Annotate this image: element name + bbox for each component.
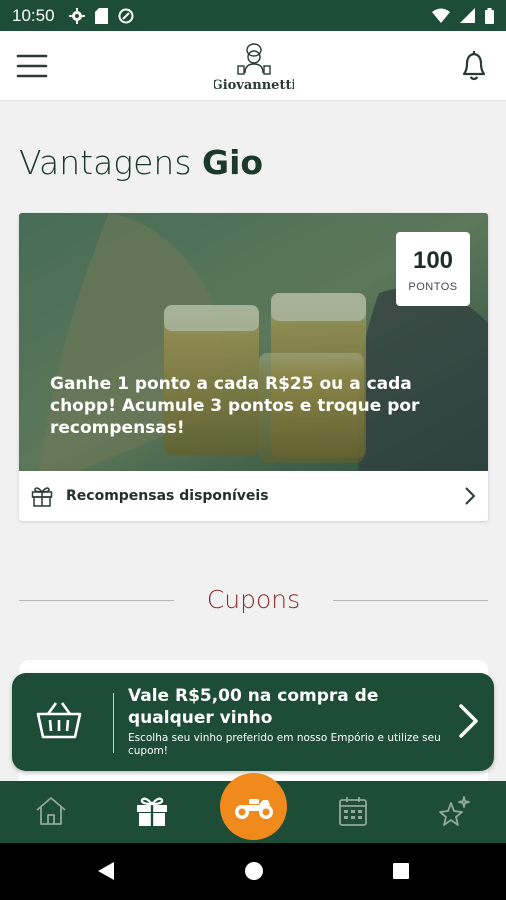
available-rewards-link[interactable]: Recompensas disponíveis bbox=[19, 471, 488, 521]
settings-icon bbox=[68, 7, 85, 24]
sparkle-star-icon bbox=[439, 796, 470, 826]
bell-icon bbox=[462, 51, 486, 81]
points-unit: PONTOS bbox=[408, 281, 458, 293]
hamburger-menu-icon bbox=[16, 54, 48, 78]
battery-icon bbox=[485, 7, 494, 24]
chevron-right-icon bbox=[459, 704, 478, 738]
data-saver-icon bbox=[118, 8, 134, 23]
delivery-button[interactable] bbox=[220, 773, 287, 840]
home-circle-icon[interactable] bbox=[243, 860, 265, 882]
calendar-icon bbox=[339, 797, 367, 826]
shopping-basket-icon bbox=[36, 702, 82, 739]
app-bar: Giovannetti bbox=[0, 31, 506, 101]
svg-text:Giovannetti: Giovannetti bbox=[214, 78, 294, 93]
page-title-bold: Gio bbox=[202, 143, 264, 182]
motorcycle-icon bbox=[234, 798, 273, 819]
coupon-title: Vale R$5,00 na compra de qualquer vinho bbox=[128, 686, 379, 728]
system-navigation-bar bbox=[0, 843, 506, 900]
coupon-item[interactable]: Vale R$5,00 na compra de qualquer vinho … bbox=[12, 673, 494, 771]
sd-card-icon bbox=[94, 7, 108, 24]
coupon-subtitle: Escolha seu vinho preferido em nosso Emp… bbox=[128, 732, 441, 757]
wifi-icon bbox=[432, 8, 450, 23]
chevron-right-icon bbox=[465, 487, 476, 505]
signal-icon bbox=[460, 8, 475, 23]
menu-button[interactable] bbox=[16, 53, 48, 79]
page-title-light: Vantagens bbox=[19, 143, 192, 182]
rewards-label: Recompensas disponíveis bbox=[66, 488, 269, 504]
divider-line bbox=[333, 600, 488, 601]
recents-icon[interactable] bbox=[390, 860, 412, 882]
loyalty-promo-card[interactable]: 100 PONTOS Ganhe 1 ponto a cada R$25 ou … bbox=[19, 213, 488, 521]
page-title: Vantagens Gio bbox=[19, 143, 263, 182]
gift-icon bbox=[31, 487, 53, 507]
nav-highlights[interactable] bbox=[438, 795, 472, 831]
nav-rewards[interactable] bbox=[135, 795, 169, 831]
home-icon bbox=[36, 797, 66, 825]
nav-home[interactable] bbox=[34, 795, 68, 831]
brand-logo: Giovannetti bbox=[212, 39, 296, 95]
back-icon[interactable] bbox=[95, 860, 117, 882]
coupons-section-header: Cupons bbox=[19, 582, 488, 622]
coupon-separator bbox=[113, 693, 114, 753]
points-value: 100 bbox=[412, 247, 454, 274]
gift-icon bbox=[137, 797, 167, 826]
points-badge: 100 PONTOS bbox=[396, 232, 470, 306]
status-bar: 10:50 bbox=[0, 0, 506, 31]
nav-calendar[interactable] bbox=[336, 795, 370, 831]
status-time: 10:50 bbox=[12, 5, 55, 25]
notifications-button[interactable] bbox=[458, 49, 490, 83]
promo-description: Ganhe 1 ponto a cada R$25 ou a cada chop… bbox=[50, 374, 420, 438]
